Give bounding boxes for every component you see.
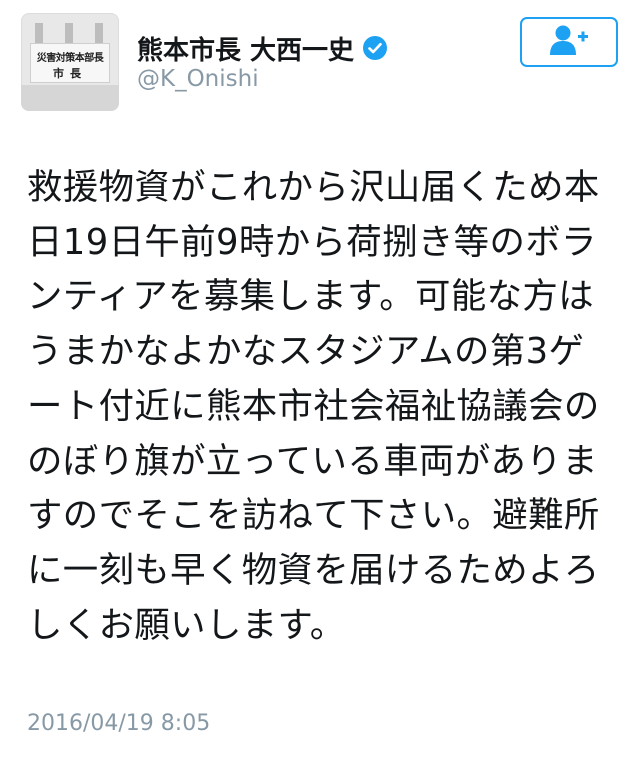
- avatar-desk: [21, 85, 119, 111]
- avatar-sign-line2: 市長: [53, 67, 87, 80]
- avatar-sign-line1: 災害対策本部長: [36, 53, 104, 64]
- tweet-timestamp[interactable]: 2016/04/19 8:05: [27, 711, 210, 736]
- follow-button[interactable]: [520, 17, 618, 67]
- avatar-sign: 災害対策本部長 市長: [30, 43, 110, 83]
- add-user-icon: [548, 23, 590, 61]
- verified-badge-icon: [362, 35, 388, 61]
- avatar-background-pillar: [95, 23, 103, 43]
- tweet-text: 救援物資がこれから沢山届くため本日19日午前9時から荷捌き等のボランティアを募集…: [27, 167, 600, 646]
- avatar[interactable]: 災害対策本部長 市長: [21, 13, 119, 111]
- display-name-row[interactable]: 熊本市長 大西一史: [137, 28, 388, 68]
- avatar-background-pillar: [65, 23, 73, 43]
- avatar-background-pillar: [35, 23, 43, 43]
- display-name[interactable]: 熊本市長 大西一史: [137, 30, 354, 67]
- user-handle[interactable]: @K_Onishi: [137, 66, 259, 92]
